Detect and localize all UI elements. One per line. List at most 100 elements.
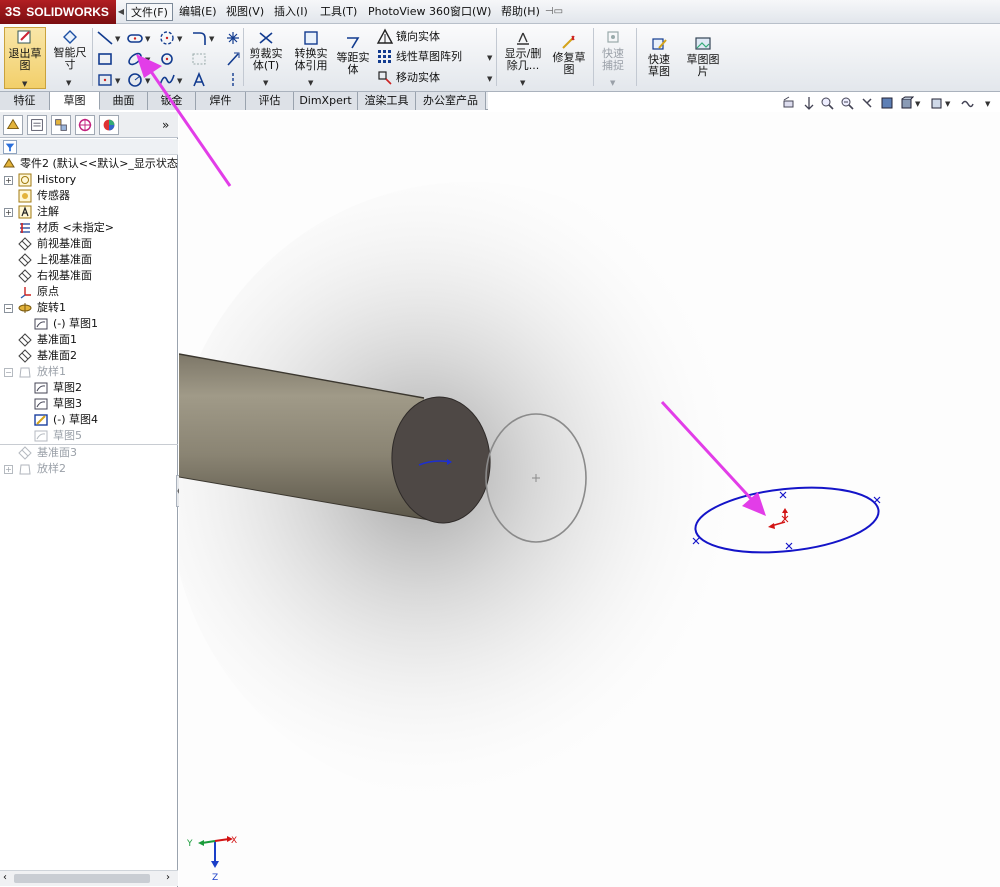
sketch-text-icon[interactable]: [190, 50, 208, 68]
circle-arc-icon[interactable]: [158, 29, 176, 47]
expand-icon[interactable]: +: [4, 465, 13, 474]
display-style-icon[interactable]: [900, 96, 914, 110]
linear-sketch-pattern-button[interactable]: 线性草图阵列: [396, 49, 462, 65]
dimxpert-manager-tab-icon[interactable]: [75, 115, 95, 135]
repair-sketch-button[interactable]: 修复草图: [549, 34, 589, 76]
menu-tools[interactable]: 工具(T): [316, 3, 361, 21]
property-manager-tab-icon[interactable]: [27, 115, 47, 135]
tree-item-label: 材质 <未指定>: [37, 221, 114, 234]
tab-sketch[interactable]: 草图: [50, 92, 100, 110]
sketch-picture-button[interactable]: 草图图片: [682, 36, 724, 78]
tree-item-label: 放样2: [37, 462, 66, 475]
tree-item-label: 草图2: [53, 381, 82, 394]
polygon-icon[interactable]: [158, 50, 176, 68]
graphics-area[interactable]: Y X Z: [179, 112, 1000, 887]
display-delete-relations-button[interactable]: 显示/删除几... ▼: [500, 30, 546, 87]
tab-evaluate[interactable]: 评估: [246, 92, 294, 110]
feature-manager-panel: » 零件2 (默认<<默认>_显示状态 + History 传感器 + 注解 材…: [0, 112, 178, 887]
filter-icon[interactable]: [3, 140, 17, 154]
spline-icon[interactable]: [158, 71, 176, 89]
menu-view[interactable]: 视图(V): [222, 3, 268, 21]
menu-insert[interactable]: 插入(I): [270, 3, 312, 21]
menu-edit[interactable]: 编辑(E): [175, 3, 221, 21]
caret-icon[interactable]: ▼: [145, 77, 150, 85]
exit-sketch-button[interactable]: 退出草图 ▼: [4, 27, 46, 89]
trim-entities-button[interactable]: 剪裁实体(T) ▼: [245, 30, 287, 87]
scrollbar-thumb[interactable]: [14, 874, 150, 883]
circle-icon[interactable]: [126, 71, 144, 89]
caret-icon[interactable]: ▼: [115, 77, 120, 85]
expand-icon[interactable]: +: [4, 208, 13, 217]
smart-dimension-button[interactable]: 智能尺寸 ▼: [50, 27, 90, 87]
tab-surfaces[interactable]: 曲面: [100, 92, 148, 110]
caret-icon[interactable]: ▼: [487, 75, 492, 83]
rapid-sketch-button[interactable]: 快速草图: [639, 36, 679, 78]
quick-snaps-button[interactable]: 快速捕捉 ▼: [595, 30, 631, 87]
section-view-icon[interactable]: [802, 96, 816, 110]
move-entities-button[interactable]: 移动实体: [396, 70, 440, 86]
caret-icon[interactable]: ▼: [115, 35, 120, 43]
zoom-to-area-icon[interactable]: [840, 96, 854, 110]
construction-line-icon[interactable]: [224, 50, 242, 68]
tab-features[interactable]: 特征: [0, 92, 50, 110]
slot-icon[interactable]: [126, 29, 144, 47]
caret-icon[interactable]: ▼: [915, 100, 920, 108]
collapse-icon[interactable]: −: [4, 368, 13, 377]
convert-icon: [304, 31, 318, 45]
solidworks-window: 3S SOLIDWORKS ◀ 文件(F) 编辑(E) 视图(V) 插入(I) …: [0, 0, 1000, 887]
offset-entities-button[interactable]: 等距实体: [333, 34, 373, 76]
expand-icon[interactable]: +: [4, 176, 13, 185]
center-rectangle-icon[interactable]: [96, 71, 114, 89]
expand-panel-icon[interactable]: »: [162, 118, 169, 132]
previous-view-icon[interactable]: [782, 96, 796, 110]
rectangle-icon[interactable]: [96, 50, 114, 68]
scroll-left-icon[interactable]: ‹: [3, 872, 7, 883]
feature-manager-tab-icon[interactable]: [3, 115, 23, 135]
fillet-icon[interactable]: [190, 29, 208, 47]
tab-dimxpert[interactable]: DimXpert: [294, 92, 358, 110]
menu-help[interactable]: 帮助(H): [497, 3, 544, 21]
command-manager: 退出草图 ▼ 智能尺寸 ▼ ▼ ▼ ▼ ▼ ▼ ▼ ▼ ▼ 剪裁实体(T) ▼ …: [0, 24, 1000, 92]
menu-window[interactable]: 窗口(W): [446, 3, 495, 21]
smart-dimension-icon: [63, 30, 77, 44]
rollback-bar[interactable]: [0, 444, 178, 445]
display-manager-tab-icon[interactable]: [99, 115, 119, 135]
mirror-entities-button[interactable]: 镜向实体: [396, 29, 440, 45]
tree-item-label: 传感器: [37, 189, 70, 202]
menu-expand-arrow-icon[interactable]: ◀: [116, 0, 126, 24]
previous-view-arrow-icon[interactable]: [860, 96, 874, 110]
caret-icon[interactable]: ▼: [145, 56, 150, 64]
line-icon[interactable]: [96, 29, 114, 47]
caret-icon[interactable]: ▼: [985, 100, 990, 108]
collapse-icon[interactable]: −: [4, 304, 13, 313]
point-icon[interactable]: [224, 29, 242, 47]
tab-sheet-metal[interactable]: 钣金: [148, 92, 196, 110]
caret-icon[interactable]: ▼: [945, 100, 950, 108]
caret-icon[interactable]: ▼: [177, 77, 182, 85]
ellipse-icon[interactable]: [126, 50, 144, 68]
edit-appearance-icon[interactable]: [960, 96, 974, 110]
tree-item-label: 基准面1: [37, 333, 77, 346]
configuration-manager-tab-icon[interactable]: [51, 115, 71, 135]
caret-icon[interactable]: ▼: [177, 35, 182, 43]
caret-icon[interactable]: ▼: [145, 35, 150, 43]
view-orientation-icon[interactable]: [880, 96, 894, 110]
caret-icon[interactable]: ▼: [209, 35, 214, 43]
tab-office-products[interactable]: 办公室产品: [416, 92, 486, 110]
menu-file[interactable]: 文件(F): [126, 3, 173, 21]
centerline-icon[interactable]: [224, 71, 242, 89]
convert-entities-button[interactable]: 转换实体引用 ▼: [290, 30, 332, 87]
caret-icon[interactable]: ▼: [487, 54, 492, 62]
hide-show-items-icon[interactable]: [930, 96, 944, 110]
scroll-right-icon[interactable]: ›: [166, 872, 170, 883]
repair-sketch-icon: [562, 35, 575, 49]
solidworks-logo[interactable]: 3S SOLIDWORKS: [0, 0, 116, 24]
loft-icon: [19, 464, 31, 475]
horizontal-scrollbar[interactable]: ‹ ›: [0, 870, 178, 886]
text-a-icon[interactable]: [190, 71, 208, 89]
pin-icon[interactable]: ⊣▭: [544, 4, 564, 20]
tab-render-tools[interactable]: 渲染工具: [358, 92, 416, 110]
zoom-to-fit-icon[interactable]: [820, 96, 834, 110]
tab-weldments[interactable]: 焊件: [196, 92, 246, 110]
menu-photoview[interactable]: PhotoView 360: [364, 3, 454, 21]
